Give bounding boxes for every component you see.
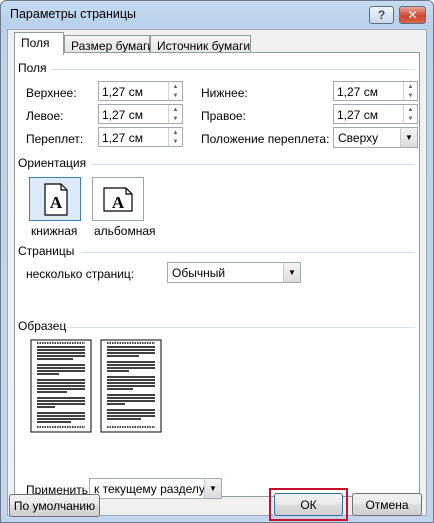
close-button[interactable]: ✕ (399, 6, 426, 24)
window-title: Параметры страницы (10, 7, 137, 21)
help-button[interactable]: ? (369, 6, 394, 24)
right-margin-value: 1,27 см (337, 108, 378, 122)
cancel-button[interactable]: Отмена (352, 493, 422, 516)
left-margin-spinner[interactable]: 1,27 см ▲ ▼ (98, 104, 183, 124)
left-margin-label: Левое: (26, 109, 64, 123)
bottom-margin-value: 1,27 см (337, 85, 378, 99)
margins-group-label: Поля (18, 61, 47, 75)
preview-group-label: Образец (18, 319, 67, 333)
gutter-spinner[interactable]: 1,27 см ▲ ▼ (98, 127, 183, 147)
page-setup-dialog: Параметры страницы ? ✕ Поля Размер бумаг… (0, 0, 434, 523)
spin-down-icon[interactable]: ▼ (169, 91, 182, 100)
right-margin-label: Правое: (201, 109, 246, 123)
multiple-pages-label: несколько страниц: (26, 267, 135, 281)
divider (67, 327, 415, 328)
ok-button[interactable]: ОК (274, 493, 343, 516)
divider (81, 252, 415, 253)
chevron-down-icon[interactable]: ▼ (204, 479, 221, 498)
chevron-down-icon[interactable]: ▼ (400, 128, 417, 147)
preview-page-right (100, 339, 162, 433)
spin-up-icon[interactable]: ▲ (169, 82, 182, 91)
landscape-page-icon: A (103, 187, 133, 212)
bottom-margin-spinner[interactable]: 1,27 см ▲ ▼ (333, 81, 418, 101)
gutter-position-select[interactable]: Сверху ▼ (333, 127, 418, 148)
top-margin-spinner[interactable]: 1,27 см ▲ ▼ (98, 81, 183, 101)
left-margin-value: 1,27 см (102, 108, 143, 122)
orientation-group-label: Ориентация (18, 156, 87, 170)
svg-text:A: A (112, 193, 125, 212)
preview-pages-image (30, 339, 162, 433)
landscape-option[interactable]: A (92, 177, 144, 221)
gutter-position-value: Сверху (338, 131, 379, 145)
svg-text:A: A (50, 193, 63, 212)
spin-up-icon[interactable]: ▲ (169, 105, 182, 114)
top-margin-label: Верхнее: (26, 86, 77, 100)
divider (91, 164, 415, 165)
multiple-pages-select[interactable]: Обычный ▼ (167, 262, 301, 283)
top-margin-value: 1,27 см (102, 85, 143, 99)
bottom-margin-label: Нижнее: (201, 86, 248, 100)
multiple-pages-value: Обычный (172, 266, 226, 280)
spin-down-icon[interactable]: ▼ (404, 91, 417, 100)
spin-up-icon[interactable]: ▲ (404, 82, 417, 91)
spin-down-icon[interactable]: ▼ (169, 114, 182, 123)
chevron-down-icon[interactable]: ▼ (283, 263, 300, 282)
apply-to-value: к текущему разделу (94, 482, 205, 496)
portrait-option[interactable]: A (29, 177, 81, 221)
title-bar[interactable]: Параметры страницы ? ✕ (1, 1, 433, 29)
gutter-value: 1,27 см (102, 131, 143, 145)
gutter-label: Переплет: (26, 132, 84, 146)
spin-down-icon[interactable]: ▼ (169, 137, 182, 146)
right-margin-spinner[interactable]: 1,27 см ▲ ▼ (333, 104, 418, 124)
tab-margins[interactable]: Поля (14, 32, 64, 55)
divider (51, 69, 415, 70)
spin-up-icon[interactable]: ▲ (169, 128, 182, 137)
apply-to-select[interactable]: к текущему разделу ▼ (89, 478, 222, 499)
gutter-position-label: Положение переплета: (201, 132, 330, 146)
spin-down-icon[interactable]: ▼ (404, 114, 417, 123)
spin-up-icon[interactable]: ▲ (404, 105, 417, 114)
set-as-default-button[interactable]: По умолчанию (9, 494, 100, 517)
landscape-label: альбомная (94, 224, 156, 238)
tab-panel: Поля Верхнее: 1,27 см ▲ ▼ Нижнее: 1,27 см… (14, 52, 420, 499)
preview-page-left (30, 339, 92, 433)
dialog-body: Поля Размер бумаги Источник бумаги Поля … (7, 29, 427, 521)
pages-group-label: Страницы (18, 244, 75, 258)
portrait-label: книжная (31, 224, 78, 238)
portrait-page-icon: A (44, 183, 68, 216)
